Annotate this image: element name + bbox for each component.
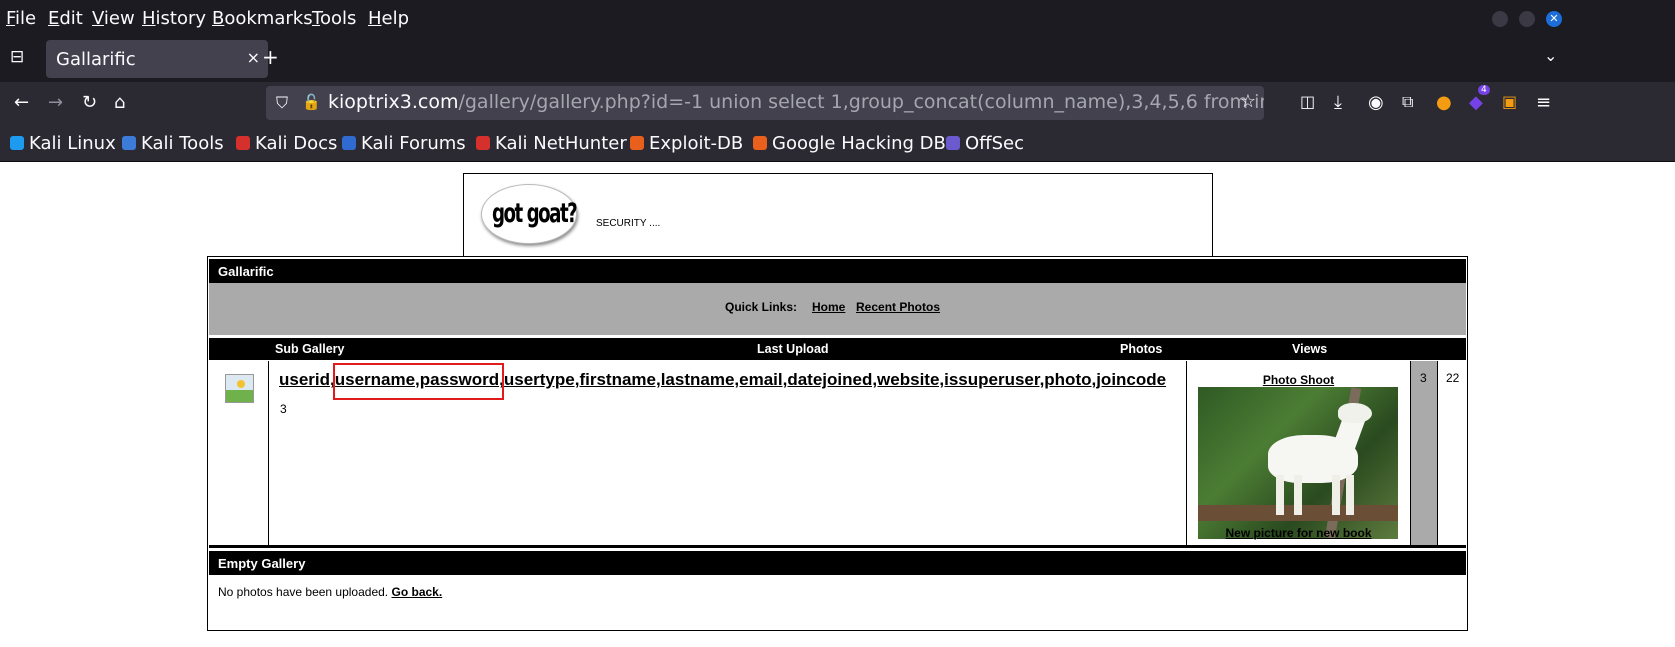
gallery-title: Gallarific xyxy=(218,264,274,279)
gallery-title-bar: Gallarific xyxy=(209,259,1466,283)
quick-links-label: Quick Links: xyxy=(725,300,798,314)
tab-gallarific[interactable]: Gallarific × xyxy=(46,40,268,78)
downloads-icon[interactable]: ⤓ xyxy=(1334,92,1342,113)
extensions-icon[interactable]: ⧉ xyxy=(1402,92,1413,112)
views-count-cell: 22 xyxy=(1438,361,1466,545)
bookmark-star-icon[interactable]: ☆ xyxy=(1240,91,1256,112)
column-header-bar: Sub Gallery Last Upload Photos Views xyxy=(209,338,1466,360)
go-back-link[interactable]: Go back. xyxy=(391,585,442,599)
menu-view[interactable]: View xyxy=(92,8,135,29)
bookmark-kali-tools[interactable]: Kali Tools xyxy=(122,133,224,154)
offsec-icon xyxy=(946,136,960,150)
kali-docs-icon xyxy=(236,136,250,150)
tab-title: Gallarific xyxy=(56,49,136,70)
bookmark-exploit-db[interactable]: Exploit-DB xyxy=(630,133,743,154)
menu-file[interactable]: File xyxy=(6,8,36,29)
col-views: Views xyxy=(1292,342,1328,356)
menu-edit[interactable]: Edit xyxy=(48,8,83,29)
image-placeholder-icon[interactable] xyxy=(225,374,254,403)
app-menu-icon[interactable]: ≡ xyxy=(1536,92,1551,113)
col-sub-gallery: Sub Gallery xyxy=(275,342,345,356)
views-count: 22 xyxy=(1446,371,1460,385)
gallery-table: Gallarific Quick Links: Home Recent Phot… xyxy=(207,256,1468,631)
tab-close-icon[interactable]: × xyxy=(247,48,260,67)
empty-gallery-message: No photos have been uploaded. Go back. xyxy=(218,585,442,599)
got-goat-logo: got goat? xyxy=(481,184,578,244)
bookmark-offsec[interactable]: OffSec xyxy=(946,133,1024,154)
bookmark-kali-linux[interactable]: Kali Linux xyxy=(10,133,116,154)
bookmark-kali-nethunter[interactable]: Kali NetHunter xyxy=(476,133,627,154)
minimize-icon[interactable] xyxy=(1492,11,1508,27)
gallery-icon-cell xyxy=(209,361,269,545)
extension-stack-icon[interactable]: ◆ xyxy=(1469,92,1483,113)
exploit-db-icon xyxy=(630,136,644,150)
bookmark-kali-forums[interactable]: Kali Forums xyxy=(342,133,466,154)
empty-gallery-bar: Empty Gallery xyxy=(209,551,1466,575)
menu-tools[interactable]: Tools xyxy=(312,8,356,29)
menu-help[interactable]: Help xyxy=(368,8,409,29)
kali-linux-icon xyxy=(10,136,24,150)
extension-badge: 4 xyxy=(1478,85,1490,95)
bookmark-kali-docs[interactable]: Kali Docs xyxy=(236,133,337,154)
back-icon[interactable]: ← xyxy=(14,92,29,113)
tab-overview-icon[interactable]: ⊟ xyxy=(10,47,24,67)
home-icon[interactable]: ⌂ xyxy=(114,92,125,113)
photos-count-cell: 3 xyxy=(1410,361,1438,545)
sub-gallery-count: 3 xyxy=(280,402,287,416)
quick-links-bar: Quick Links: Home Recent Photos xyxy=(209,283,1466,335)
photos-count: 3 xyxy=(1420,371,1427,385)
goat-photo-thumbnail[interactable] xyxy=(1198,387,1398,539)
forward-icon[interactable]: → xyxy=(48,92,63,113)
username-password-highlight-box xyxy=(333,363,504,400)
sub-gallery-cell: userid,username,password,usertype,firstn… xyxy=(269,361,1187,545)
table-row: userid,username,password,usertype,firstn… xyxy=(209,361,1466,548)
list-tabs-chevron-icon[interactable]: ⌄ xyxy=(1544,46,1557,65)
new-tab-icon[interactable]: + xyxy=(262,45,279,69)
menu-bookmarks[interactable]: Bookmarks xyxy=(212,8,313,29)
foxyproxy-icon[interactable]: ● xyxy=(1436,92,1452,113)
col-last-upload: Last Upload xyxy=(757,342,829,356)
tracking-shield-icon[interactable]: ⛉ xyxy=(276,93,288,113)
maximize-icon[interactable] xyxy=(1519,11,1535,27)
menu-bar: File Edit View History Bookmarks Tools H… xyxy=(0,0,1675,38)
kali-forums-icon xyxy=(342,136,356,150)
empty-message-text: No photos have been uploaded. xyxy=(218,585,389,599)
address-bar[interactable]: ⛉ 🔓 kioptrix3.com/gallery/gallery.php?id… xyxy=(266,86,1264,120)
site-header: got goat? SECURITY .... xyxy=(463,173,1213,257)
url-path: /gallery/gallery.php?id=-1 union select … xyxy=(458,91,1264,113)
nav-bar: ← → ↻ ⌂ ⛉ 🔓 kioptrix3.com/gallery/galler… xyxy=(0,82,1675,126)
url-host: kioptrix3.com xyxy=(328,91,459,113)
last-upload-cell: Photo Shoot New picture for new book xyxy=(1187,361,1410,545)
google-hacking-db-icon xyxy=(753,136,767,150)
ip-extension-icon[interactable]: ▣ xyxy=(1502,92,1517,111)
photo-title-link[interactable]: Photo Shoot xyxy=(1187,373,1410,387)
empty-gallery-title: Empty Gallery xyxy=(218,556,306,571)
insecure-lock-icon[interactable]: 🔓 xyxy=(302,93,321,111)
kali-tools-icon xyxy=(122,136,136,150)
bookmarks-toolbar: Kali Linux Kali Tools Kali Docs Kali For… xyxy=(0,126,1675,162)
recent-photos-link[interactable]: Recent Photos xyxy=(856,300,940,314)
tagline: SECURITY .... xyxy=(596,218,661,229)
photo-caption-link[interactable]: New picture for new book xyxy=(1187,526,1410,540)
url-text[interactable]: kioptrix3.com/gallery/gallery.php?id=-1 … xyxy=(328,91,1264,113)
reload-icon[interactable]: ↻ xyxy=(82,92,97,113)
account-icon[interactable]: ◉ xyxy=(1368,92,1384,113)
kali-nethunter-icon xyxy=(476,136,490,150)
close-icon[interactable]: ✕ xyxy=(1546,11,1562,27)
tab-bar: ⊟ Gallarific × + ⌄ xyxy=(0,38,1675,82)
page-content: got goat? SECURITY .... Gallarific Quick… xyxy=(0,163,1675,647)
home-link[interactable]: Home xyxy=(812,300,845,314)
bookmark-google-hacking-db[interactable]: Google Hacking DB xyxy=(753,133,946,154)
col-photos: Photos xyxy=(1120,342,1163,356)
pocket-icon[interactable]: ◫ xyxy=(1300,92,1315,111)
menu-history[interactable]: History xyxy=(142,8,206,29)
